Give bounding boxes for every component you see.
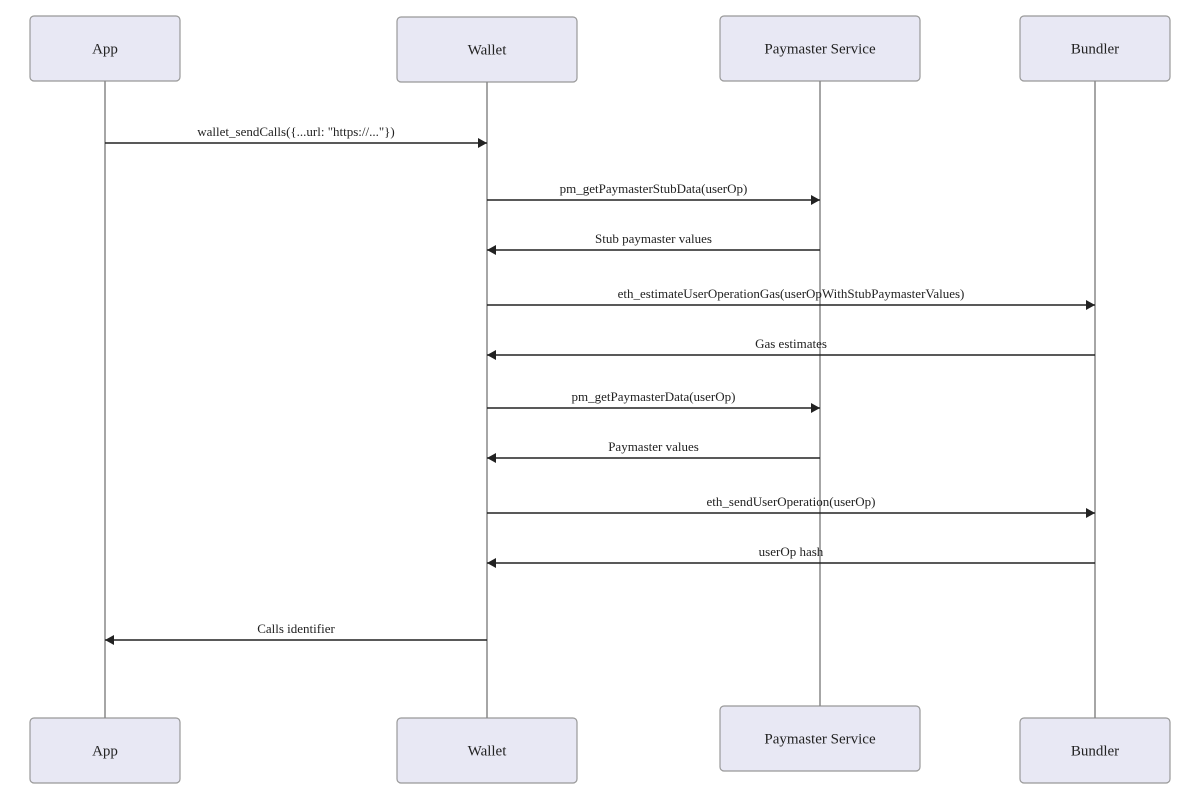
svg-text:Wallet: Wallet [468, 744, 508, 760]
svg-text:Paymaster Service: Paymaster Service [764, 42, 876, 58]
svg-text:pm_getPaymasterStubData(userOp: pm_getPaymasterStubData(userOp) [560, 181, 748, 196]
svg-text:Stub paymaster values: Stub paymaster values [595, 231, 712, 246]
svg-text:Paymaster Service: Paymaster Service [764, 732, 876, 748]
svg-text:Gas estimates: Gas estimates [755, 336, 827, 351]
svg-text:pm_getPaymasterData(userOp): pm_getPaymasterData(userOp) [572, 389, 736, 404]
svg-text:App: App [92, 744, 118, 760]
svg-text:wallet_sendCalls({...url: "htt: wallet_sendCalls({...url: "https://..."}… [197, 124, 395, 139]
sequence-diagram: App Wallet Paymaster Service Bundler App Wall… [0, 0, 1200, 804]
svg-text:userOp hash: userOp hash [759, 544, 824, 559]
svg-text:Bundler: Bundler [1071, 744, 1119, 760]
svg-text:Calls identifier: Calls identifier [257, 621, 335, 636]
svg-text:eth_estimateUserOperationGas(u: eth_estimateUserOperationGas(userOpWithS… [618, 286, 965, 301]
svg-text:Bundler: Bundler [1071, 42, 1119, 58]
svg-text:Paymaster values: Paymaster values [608, 439, 699, 454]
diagram-svg: App Wallet Paymaster Service Bundler App Wall… [0, 0, 1200, 804]
svg-text:App: App [92, 42, 118, 58]
svg-text:eth_sendUserOperation(userOp): eth_sendUserOperation(userOp) [707, 494, 876, 509]
svg-text:Wallet: Wallet [468, 43, 508, 59]
